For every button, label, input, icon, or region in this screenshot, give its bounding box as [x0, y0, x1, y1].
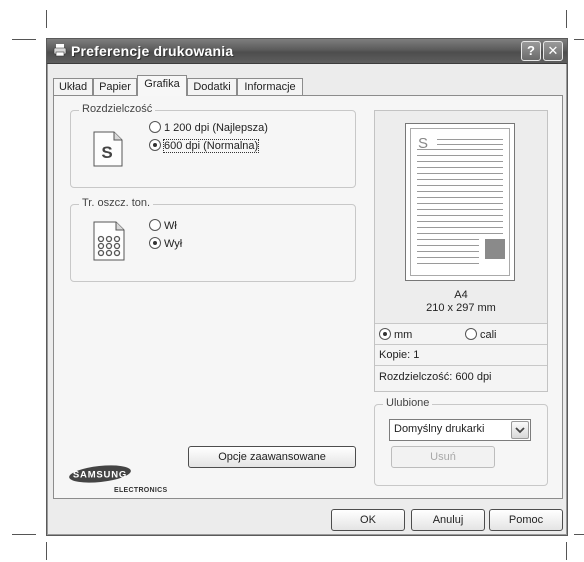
resolution-document-icon: S: [93, 131, 123, 167]
tab-layout[interactable]: Układ: [53, 78, 93, 95]
unit-inch-option[interactable]: cali: [465, 328, 497, 341]
preview-line: [417, 167, 503, 168]
samsung-electronics-text: ELECTRONICS: [114, 487, 167, 494]
paper-inner-border: S: [410, 128, 510, 276]
unit-mm-option[interactable]: mm: [379, 328, 412, 341]
toner-save-off-option[interactable]: Wył: [149, 237, 182, 250]
delete-favorite-button[interactable]: Usuń: [391, 446, 495, 468]
preview-line: [417, 239, 479, 240]
crop-mark-bottom-right-v: [566, 542, 567, 560]
preview-line: [417, 221, 503, 222]
toner-save-on-label: Wł: [164, 220, 177, 232]
tab-information[interactable]: Informacje: [237, 78, 303, 95]
graphics-tab-panel: Rozdzielczość S 1 200 dpi (Najlepsza) 60…: [53, 95, 563, 499]
preview-line: [417, 227, 503, 228]
advanced-options-button[interactable]: Opcje zaawansowane: [188, 446, 356, 468]
units-row: mm cali: [375, 323, 547, 344]
resolution-600-option[interactable]: 600 dpi (Normalna): [149, 139, 260, 153]
preview-line: [417, 149, 503, 150]
preview-line: [437, 144, 503, 145]
printer-icon: [53, 43, 67, 57]
page-preview-panel: S A4 210 x 297 mm mm cali Kopie: 1 Rozdz…: [374, 110, 548, 392]
preview-line: [417, 161, 503, 162]
resolution-600-label: 600 dpi (Normalna): [162, 139, 260, 153]
chevron-down-icon[interactable]: [511, 421, 529, 439]
favorites-legend: Ulubione: [383, 397, 433, 409]
crop-mark-bottom-left-v: [46, 542, 47, 560]
preview-line: [417, 197, 503, 198]
unit-inch-radio[interactable]: [465, 328, 477, 340]
resolution-1200-label: 1 200 dpi (Najlepsza): [164, 122, 268, 134]
preview-line: [417, 251, 479, 252]
preview-line: [417, 179, 503, 180]
printing-preferences-dialog: Preferencje drukowania ? ✕ Układ Papier …: [46, 38, 568, 536]
preview-line: [437, 139, 503, 140]
paper-preview: S: [405, 123, 515, 281]
preview-line: [417, 191, 503, 192]
toner-save-off-radio[interactable]: [149, 237, 161, 249]
preview-line: [417, 185, 503, 186]
cancel-button[interactable]: Anuluj: [411, 509, 485, 531]
unit-mm-label: mm: [394, 329, 413, 341]
paper-size: 210 x 297 mm: [426, 302, 496, 314]
resolution-1200-option[interactable]: 1 200 dpi (Najlepsza): [149, 121, 268, 134]
close-title-button[interactable]: ✕: [543, 41, 563, 61]
samsung-logo: SAMSUNG ELECTRONICS: [66, 464, 186, 494]
favorites-group: Ulubione Domyślny drukarki Usuń: [374, 397, 548, 486]
preview-line: [417, 257, 479, 258]
tab-graphics[interactable]: Grafika: [137, 75, 187, 96]
crop-mark-top-right-v: [566, 10, 567, 28]
preview-image-block: [485, 239, 505, 259]
toner-save-legend: Tr. oszcz. ton.: [79, 197, 154, 209]
crop-mark-top-right-h: [574, 39, 584, 40]
paper-name: A4: [454, 289, 468, 301]
preview-line: [417, 245, 479, 246]
preview-line: [417, 173, 503, 174]
crop-mark-bottom-left-h: [12, 534, 36, 535]
resolution-info: Rozdzielczość: 600 dpi: [375, 365, 547, 391]
title-bar[interactable]: Preferencje drukowania ? ✕: [47, 39, 567, 64]
samsung-brand-text: SAMSUNG: [73, 470, 127, 481]
unit-inch-label: cali: [480, 329, 497, 341]
tab-extras[interactable]: Dodatki: [187, 78, 237, 95]
preview-line: [417, 209, 503, 210]
resolution-legend: Rozdzielczość: [79, 103, 156, 115]
crop-mark-top-left-v: [46, 10, 47, 28]
copies-info: Kopie: 1: [375, 344, 547, 365]
unit-mm-radio[interactable]: [379, 328, 391, 340]
toner-save-on-option[interactable]: Wł: [149, 219, 177, 232]
preview-line: [417, 215, 503, 216]
preview-line: [417, 155, 503, 156]
tab-paper[interactable]: Papier: [93, 78, 137, 95]
crop-mark-top-left-h: [12, 39, 36, 40]
ok-button[interactable]: OK: [331, 509, 405, 531]
resolution-600-radio[interactable]: [149, 139, 161, 151]
preview-line: [417, 263, 479, 264]
preview-line: [417, 233, 503, 234]
favorites-selected-value: Domyślny drukarki: [394, 423, 485, 435]
help-title-button[interactable]: ?: [521, 41, 541, 61]
crop-mark-bottom-right-h: [574, 534, 584, 535]
window-title: Preferencje drukowania: [71, 43, 234, 59]
resolution-icon-letter: S: [101, 143, 112, 162]
toner-save-off-label: Wył: [164, 238, 183, 250]
toner-save-group: Tr. oszcz. ton. Wł Wył: [70, 197, 356, 282]
favorites-select[interactable]: Domyślny drukarki: [389, 419, 531, 441]
help-button[interactable]: Pomoc: [489, 509, 563, 531]
resolution-group: Rozdzielczość S 1 200 dpi (Najlepsza) 60…: [70, 103, 356, 188]
resolution-1200-radio[interactable]: [149, 121, 161, 133]
preview-line: [417, 203, 503, 204]
toner-save-on-radio[interactable]: [149, 219, 161, 231]
toner-save-document-icon: [93, 221, 125, 261]
